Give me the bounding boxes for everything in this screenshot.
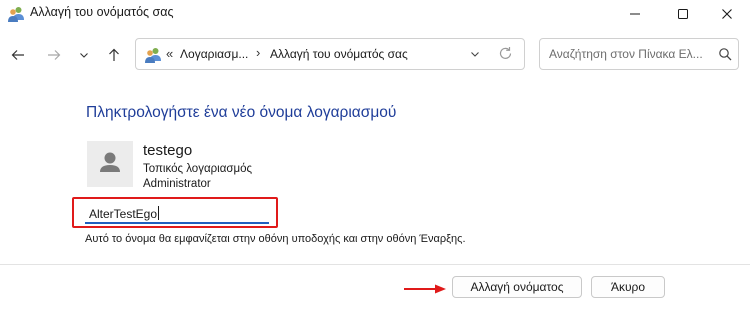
name-hint-text: Αυτό το όνομα θα εμφανίζεται στην οθόνη … [85,233,466,245]
maximize-button[interactable] [660,0,706,28]
address-bar[interactable]: « Λογαριασμ... › Αλλαγή του ονόματός σας [135,38,525,70]
page-heading: Πληκτρολογήστε ένα νέο όνομα λογαριασμού [86,104,397,121]
refresh-icon [499,47,512,59]
close-icon [722,9,732,19]
up-button[interactable] [100,36,128,74]
recent-locations-button[interactable] [70,36,98,74]
title-bar: Αλλαγή του ονόματός σας [0,0,750,28]
breadcrumb-overflow[interactable]: « [166,46,173,61]
avatar [87,141,133,187]
back-arrow-icon [11,50,24,60]
users-icon [144,46,162,64]
cancel-button[interactable]: Άκυρο [591,276,665,298]
chevron-down-icon [471,52,479,57]
account-role: Administrator [143,178,211,190]
refresh-button[interactable] [498,46,513,66]
chevron-down-icon [80,53,88,58]
search-icon[interactable] [718,47,732,66]
account-name: testego [143,142,193,159]
breadcrumb-accounts[interactable]: Λογαριασμ... [180,47,248,61]
divider [0,264,750,265]
breadcrumb-change-name[interactable]: Αλλαγή του ονόματός σας [270,47,408,61]
search-box[interactable]: Αναζήτηση στον Πίνακα Ελ... [539,38,739,70]
red-arrow-icon [403,281,447,299]
minimize-button[interactable] [612,0,658,28]
window-title: Αλλαγή του ονόματός σας [30,5,174,19]
search-placeholder[interactable]: Αναζήτηση στον Πίνακα Ελ... [549,47,703,61]
forward-button[interactable] [40,36,68,74]
forward-arrow-icon [48,50,61,60]
close-button[interactable] [704,0,750,28]
new-name-input[interactable] [85,205,269,224]
minimize-icon [630,13,640,15]
user-icon [100,152,120,172]
up-arrow-icon [109,48,119,61]
back-button[interactable] [4,36,32,74]
users-icon [7,5,25,23]
account-type: Τοπικός λογαριασμός [143,163,253,175]
navigation-bar: « Λογαριασμ... › Αλλαγή του ονόματός σας… [0,36,750,74]
text-caret [158,206,159,220]
breadcrumb-separator[interactable]: › [256,45,260,60]
address-dropdown-button[interactable] [469,47,481,65]
maximize-icon [678,9,688,19]
change-name-button[interactable]: Αλλαγή ονόματος [452,276,582,298]
